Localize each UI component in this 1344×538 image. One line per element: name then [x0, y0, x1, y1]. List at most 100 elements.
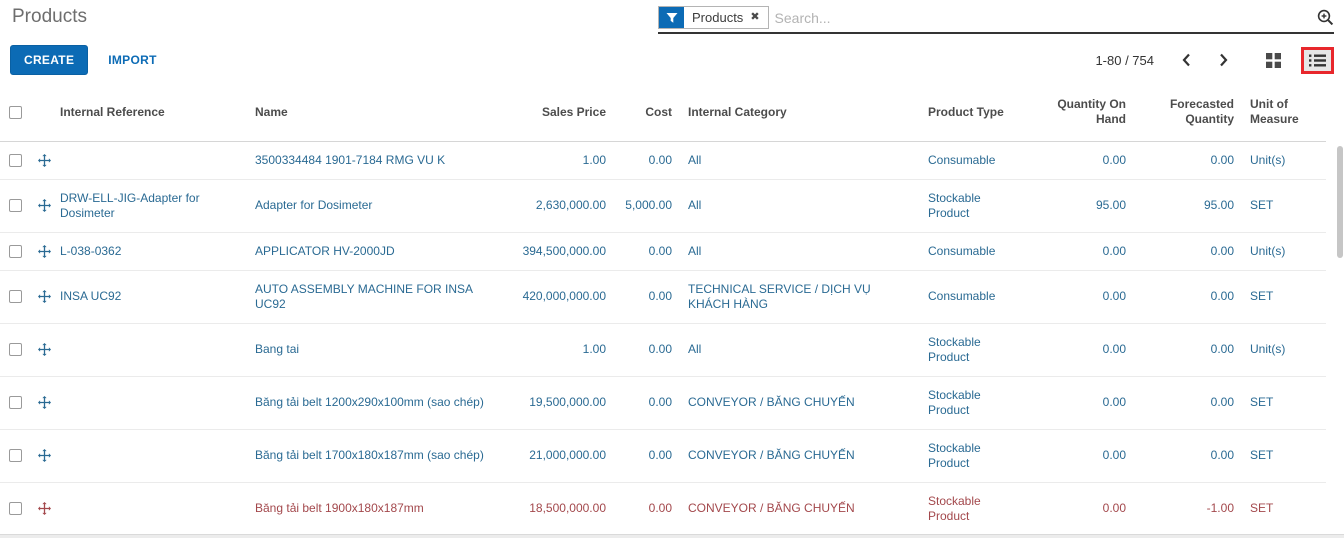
- row-drag-handle[interactable]: [30, 482, 52, 535]
- cell-product-type[interactable]: Consumable: [920, 270, 1032, 323]
- row-checkbox[interactable]: [9, 199, 22, 212]
- cell-internal-reference[interactable]: DRW-ELL-JIG-Adapter for Dosimeter: [52, 179, 247, 232]
- import-button[interactable]: IMPORT: [108, 53, 156, 67]
- cell-cost[interactable]: 0.00: [614, 141, 680, 179]
- cell-forecasted-quantity[interactable]: 0.00: [1134, 232, 1242, 270]
- cell-cost[interactable]: 0.00: [614, 429, 680, 482]
- row-checkbox[interactable]: [9, 154, 22, 167]
- row-select-cell[interactable]: [0, 376, 30, 429]
- cell-forecasted-quantity[interactable]: 0.00: [1134, 429, 1242, 482]
- table-row[interactable]: Bang tai1.000.00AllStockable Product0.00…: [0, 323, 1326, 376]
- row-select-cell[interactable]: [0, 270, 30, 323]
- cell-internal-category[interactable]: All: [680, 323, 920, 376]
- cell-name[interactable]: Băng tải belt 1700x180x187mm (sao chép): [247, 429, 502, 482]
- cell-cost[interactable]: 0.00: [614, 232, 680, 270]
- row-drag-handle[interactable]: [30, 270, 52, 323]
- cell-internal-reference[interactable]: [52, 323, 247, 376]
- cell-quantity-on-hand[interactable]: 0.00: [1032, 482, 1134, 535]
- cell-forecasted-quantity[interactable]: -1.00: [1134, 482, 1242, 535]
- cell-cost[interactable]: 5,000.00: [614, 179, 680, 232]
- row-checkbox[interactable]: [9, 343, 22, 356]
- cell-sales-price[interactable]: 21,000,000.00: [502, 429, 614, 482]
- pager-next-button[interactable]: [1219, 53, 1228, 67]
- cell-product-type[interactable]: Consumable: [920, 141, 1032, 179]
- row-select-cell[interactable]: [0, 482, 30, 535]
- cell-forecasted-quantity[interactable]: 0.00: [1134, 323, 1242, 376]
- cell-name[interactable]: 3500334484 1901-7184 RMG VU K: [247, 141, 502, 179]
- row-drag-handle[interactable]: [30, 141, 52, 179]
- cell-internal-category[interactable]: CONVEYOR / BĂNG CHUYẾN: [680, 376, 920, 429]
- cell-forecasted-quantity[interactable]: 95.00: [1134, 179, 1242, 232]
- cell-unit-of-measure[interactable]: Unit(s): [1242, 232, 1326, 270]
- table-row[interactable]: 3500334484 1901-7184 RMG VU K1.000.00All…: [0, 141, 1326, 179]
- cell-sales-price[interactable]: 19,500,000.00: [502, 376, 614, 429]
- column-header-sales-price[interactable]: Sales Price: [502, 84, 614, 141]
- facet-remove-icon[interactable]: ✖: [750, 12, 767, 23]
- select-all-checkbox[interactable]: [9, 106, 22, 119]
- cell-internal-category[interactable]: All: [680, 232, 920, 270]
- cell-internal-reference[interactable]: L-038-0362: [52, 232, 247, 270]
- cell-cost[interactable]: 0.00: [614, 270, 680, 323]
- row-checkbox[interactable]: [9, 245, 22, 258]
- search-input[interactable]: [769, 8, 1311, 28]
- cell-product-type[interactable]: Stockable Product: [920, 323, 1032, 376]
- row-select-cell[interactable]: [0, 179, 30, 232]
- row-drag-handle[interactable]: [30, 376, 52, 429]
- column-header-quantity-on-hand[interactable]: Quantity On Hand: [1032, 84, 1134, 141]
- table-row[interactable]: Băng tải belt 1200x290x100mm (sao chép)1…: [0, 376, 1326, 429]
- cell-name[interactable]: APPLICATOR HV-2000JD: [247, 232, 502, 270]
- cell-unit-of-measure[interactable]: SET: [1242, 376, 1326, 429]
- horizontal-scrollbar[interactable]: [0, 534, 1344, 538]
- row-drag-handle[interactable]: [30, 179, 52, 232]
- cell-name[interactable]: AUTO ASSEMBLY MACHINE FOR INSA UC92: [247, 270, 502, 323]
- cell-forecasted-quantity[interactable]: 0.00: [1134, 376, 1242, 429]
- vertical-scrollbar-thumb[interactable]: [1337, 146, 1343, 258]
- cell-forecasted-quantity[interactable]: 0.00: [1134, 141, 1242, 179]
- row-checkbox[interactable]: [9, 502, 22, 515]
- cell-sales-price[interactable]: 420,000,000.00: [502, 270, 614, 323]
- row-select-cell[interactable]: [0, 232, 30, 270]
- cell-product-type[interactable]: Stockable Product: [920, 179, 1032, 232]
- column-header-product-type[interactable]: Product Type: [920, 84, 1032, 141]
- cell-internal-category[interactable]: All: [680, 179, 920, 232]
- cell-quantity-on-hand[interactable]: 0.00: [1032, 232, 1134, 270]
- cell-cost[interactable]: 0.00: [614, 323, 680, 376]
- cell-name[interactable]: Băng tải belt 1200x290x100mm (sao chép): [247, 376, 502, 429]
- cell-sales-price[interactable]: 1.00: [502, 141, 614, 179]
- cell-product-type[interactable]: Stockable Product: [920, 429, 1032, 482]
- cell-internal-reference[interactable]: [52, 376, 247, 429]
- column-header-cost[interactable]: Cost: [614, 84, 680, 141]
- table-row[interactable]: Băng tải belt 1900x180x187mm18,500,000.0…: [0, 482, 1326, 535]
- row-checkbox[interactable]: [9, 396, 22, 409]
- row-select-cell[interactable]: [0, 429, 30, 482]
- kanban-view-button[interactable]: [1260, 49, 1287, 72]
- table-row[interactable]: L-038-0362APPLICATOR HV-2000JD394,500,00…: [0, 232, 1326, 270]
- column-header-internal-category[interactable]: Internal Category: [680, 84, 920, 141]
- table-row[interactable]: Băng tải belt 1700x180x187mm (sao chép)2…: [0, 429, 1326, 482]
- cell-quantity-on-hand[interactable]: 0.00: [1032, 376, 1134, 429]
- cell-quantity-on-hand[interactable]: 0.00: [1032, 323, 1134, 376]
- filter-facet[interactable]: Products ✖: [658, 6, 769, 29]
- cell-product-type[interactable]: Stockable Product: [920, 482, 1032, 535]
- cell-internal-category[interactable]: CONVEYOR / BĂNG CHUYẾN: [680, 429, 920, 482]
- expand-search-button[interactable]: [1311, 9, 1334, 26]
- cell-unit-of-measure[interactable]: SET: [1242, 270, 1326, 323]
- table-row[interactable]: INSA UC92AUTO ASSEMBLY MACHINE FOR INSA …: [0, 270, 1326, 323]
- row-select-cell[interactable]: [0, 323, 30, 376]
- cell-sales-price[interactable]: 394,500,000.00: [502, 232, 614, 270]
- cell-product-type[interactable]: Consumable: [920, 232, 1032, 270]
- cell-name[interactable]: Adapter for Dosimeter: [247, 179, 502, 232]
- cell-internal-category[interactable]: TECHNICAL SERVICE / DỊCH VỤ KHÁCH HÀNG: [680, 270, 920, 323]
- row-drag-handle[interactable]: [30, 429, 52, 482]
- cell-quantity-on-hand[interactable]: 0.00: [1032, 141, 1134, 179]
- table-row[interactable]: DRW-ELL-JIG-Adapter for DosimeterAdapter…: [0, 179, 1326, 232]
- row-checkbox[interactable]: [9, 290, 22, 303]
- row-drag-handle[interactable]: [30, 232, 52, 270]
- cell-product-type[interactable]: Stockable Product: [920, 376, 1032, 429]
- cell-name[interactable]: Băng tải belt 1900x180x187mm: [247, 482, 502, 535]
- cell-internal-reference[interactable]: INSA UC92: [52, 270, 247, 323]
- cell-cost[interactable]: 0.00: [614, 482, 680, 535]
- cell-internal-category[interactable]: CONVEYOR / BĂNG CHUYẾN: [680, 482, 920, 535]
- column-header-forecasted-quantity[interactable]: Forecasted Quantity: [1134, 84, 1242, 141]
- cell-unit-of-measure[interactable]: Unit(s): [1242, 141, 1326, 179]
